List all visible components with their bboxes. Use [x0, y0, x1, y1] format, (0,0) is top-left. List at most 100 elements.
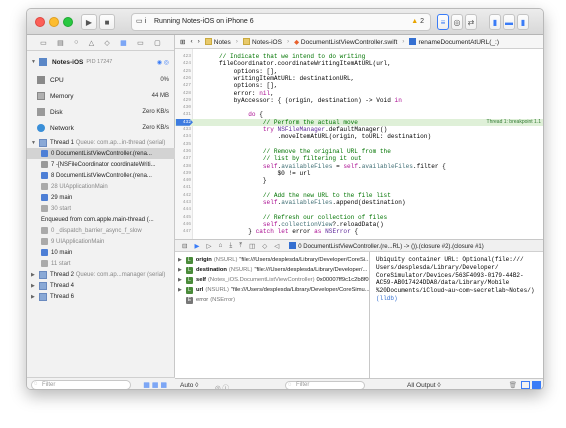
info-icons[interactable]: ◎ ⓘ [215, 382, 229, 389]
process-options-icon[interactable]: ◉ ◎ [157, 59, 169, 66]
memory-graph-icon[interactable]: ◇ [262, 242, 267, 250]
variables-filter-input[interactable]: Filter [285, 381, 365, 389]
frame-row[interactable]: 0 DocumentListViewController.(rena... [27, 148, 175, 159]
gauge-cpu[interactable]: CPU 0% [27, 73, 175, 87]
navigator-filter-input[interactable]: Filter [31, 380, 131, 389]
gauge-disk[interactable]: Disk Zero KB/s [27, 105, 175, 119]
frame-row[interactable]: 8 DocumentListViewController.(rena... [27, 170, 175, 181]
source-editor[interactable]: 423 // Indicate that we intend to do writ… [175, 49, 543, 239]
code-line[interactable]: 447 } catch let error as NSError { [175, 228, 543, 235]
variable-row[interactable]: ▶ L self (Notes_iOS.DocumentListViewCont… [175, 275, 369, 285]
view-options-icon[interactable]: ▦ ▦ ▦ [143, 381, 167, 389]
folder-icon[interactable]: ▭ [40, 39, 47, 47]
frame-row[interactable]: 7 -[NSFileCoordinator coordinateWriti... [27, 159, 175, 170]
issue-icon[interactable]: △ [89, 39, 94, 47]
minimize-window-button[interactable] [49, 17, 59, 27]
code-line[interactable]: 443 self.availableFiles.append(destinati… [175, 199, 543, 206]
code-line[interactable]: 437 // list by filtering it out [175, 155, 543, 162]
thread-row[interactable]: ▼ Thread 1 Queue: com.ap...in-thread (se… [27, 137, 175, 148]
warning-badge[interactable]: ▲ 2 [411, 18, 424, 25]
code-line[interactable]: 438 self.availableFiles = self.available… [175, 163, 543, 170]
variable-row[interactable]: ▶ L url (NSURL) "file:///Users/desplesda… [175, 285, 369, 295]
zoom-window-button[interactable] [63, 17, 73, 27]
breakpoint-icon[interactable]: ▭ [137, 39, 144, 47]
variable-row[interactable]: E error (NSError) [175, 295, 369, 305]
console-output-select[interactable]: All Output ◊ [407, 382, 441, 389]
jump-item-file[interactable]: ◆ DocumentListViewController.swift [294, 38, 397, 46]
step-over-icon[interactable]: ⌂ [218, 242, 222, 249]
code-line[interactable]: 428 error: nil, [175, 90, 543, 97]
frame-row[interactable]: 29 main [27, 192, 175, 203]
frame-row[interactable]: 30 start [27, 203, 175, 214]
process-row[interactable]: ▼ Notes-iOS PID 17247 ◉ ◎ [27, 55, 175, 69]
search-icon[interactable]: ○ [74, 39, 78, 46]
editor-assistant-button[interactable]: ◎ [451, 14, 463, 30]
code-line[interactable]: 424 fileCoordinator.coordinateWritingItem… [175, 60, 543, 67]
code-line[interactable]: 426 writingItemAtURL: destinationURL, [175, 75, 543, 82]
editor-standard-button[interactable]: ≡ [437, 14, 449, 30]
stop-button[interactable]: ■ [99, 14, 115, 30]
code-line[interactable]: 425 options: [], [175, 68, 543, 75]
thread-row[interactable]: ▶ Thread 4 [27, 280, 175, 291]
step-into-icon[interactable]: ⤓ [229, 242, 232, 250]
report-icon[interactable]: ▢ [154, 39, 161, 47]
jump-item-method[interactable]: renameDocumentAtURL(_:) [409, 37, 499, 46]
code-line[interactable]: 435 [175, 141, 543, 148]
code-line[interactable]: 441 [175, 184, 543, 191]
code-line[interactable]: 444 [175, 206, 543, 213]
breakpoints-active-icon[interactable]: ▶ [194, 242, 199, 250]
back-icon[interactable]: ‹ [190, 38, 192, 45]
debug-area-hide-icon[interactable]: ⊟ [182, 242, 187, 250]
code-line[interactable]: Thread 1: breakpoint 1.1 432 // Perform t… [175, 118, 543, 126]
code-line[interactable]: 433 try NSFileManager.defaultManager() [175, 126, 543, 133]
code-line[interactable]: 440 } [175, 177, 543, 184]
code-line[interactable]: 431 do { [175, 111, 543, 118]
code-line[interactable]: 429 byAccessor: { (origin, destination) … [175, 97, 543, 104]
view-debugger-icon[interactable]: ◫ [249, 242, 255, 250]
frame-row[interactable]: 11 start [27, 258, 175, 269]
console-layout-toggle[interactable] [521, 381, 541, 389]
code-line[interactable]: 427 options: [], [175, 82, 543, 89]
code-line[interactable]: 430 [175, 104, 543, 111]
code-line[interactable]: 436 // Remove the original URL from the [175, 148, 543, 155]
code-line[interactable]: 434 .moveItemAtURL(origin, toURL: destin… [175, 133, 543, 140]
frame-row[interactable]: 0 _dispatch_barrier_async_f_slow [27, 225, 175, 236]
jump-item-group[interactable]: Notes-iOS [242, 37, 282, 46]
thread-row[interactable]: ▶ Thread 6 [27, 291, 175, 302]
variable-row[interactable]: ▶ L destination (NSURL) "file:///Users/d… [175, 265, 369, 275]
code-line[interactable]: 446 self.collectionView?.reloadData() [175, 221, 543, 228]
symbol-icon[interactable]: ▤ [57, 39, 64, 47]
scheme-selector[interactable]: ▭ i [136, 17, 146, 26]
test-icon[interactable]: ◇ [104, 39, 109, 47]
continue-icon[interactable]: ▷ [206, 242, 211, 250]
forward-icon[interactable]: › [198, 38, 200, 45]
frame-row[interactable]: 10 main [27, 247, 175, 258]
variables-scope-select[interactable]: Auto ◊ [180, 382, 198, 389]
code-line[interactable]: 439 $0 != url [175, 170, 543, 177]
location-icon[interactable]: ◁ [274, 242, 279, 250]
close-window-button[interactable] [35, 17, 45, 27]
split-left-icon[interactable] [521, 381, 530, 389]
thread-row[interactable]: ▶ Thread 2 Queue: com.ap...manager (seri… [27, 269, 175, 280]
debug-frame-crumb[interactable]: 0 DocumentListViewController.(re...RL) -… [289, 241, 484, 250]
trash-icon[interactable]: 🗑 [509, 381, 517, 389]
related-items-icon[interactable]: ⊞ [180, 38, 185, 46]
gauge-memory[interactable]: Memory 44 MB [27, 89, 175, 103]
step-out-icon[interactable]: ⤒ [239, 242, 242, 250]
lldb-prompt[interactable]: (lldb) [376, 295, 541, 303]
frame-row[interactable]: 28 UIApplicationMain [27, 181, 175, 192]
frame-row[interactable]: 9 UIApplicationMain [27, 236, 175, 247]
variable-row[interactable]: ▶ L origin (NSURL) "file:///Users/desple… [175, 255, 369, 265]
console-output[interactable]: Ubiquity container URL: Optional(file://… [370, 252, 543, 378]
gauge-network[interactable]: Network Zero KB/s [27, 121, 175, 135]
editor-version-button[interactable]: ⇄ [465, 14, 477, 30]
utilities-toggle-button[interactable]: ▮ [517, 14, 529, 30]
run-button[interactable]: ▶ [81, 14, 97, 30]
navigator-toggle-button[interactable]: ▮ [489, 14, 501, 30]
debug-icon[interactable]: ▦ [120, 39, 127, 47]
jump-item-project[interactable]: Notes [204, 37, 231, 46]
code-line[interactable]: 445 // Refresh our collection of files [175, 214, 543, 221]
code-line[interactable]: 442 // Add the new URL to the file list [175, 192, 543, 199]
code-line[interactable]: 423 // Indicate that we intend to do writ… [175, 53, 543, 60]
debug-area-toggle-button[interactable]: ▬ [503, 14, 515, 30]
